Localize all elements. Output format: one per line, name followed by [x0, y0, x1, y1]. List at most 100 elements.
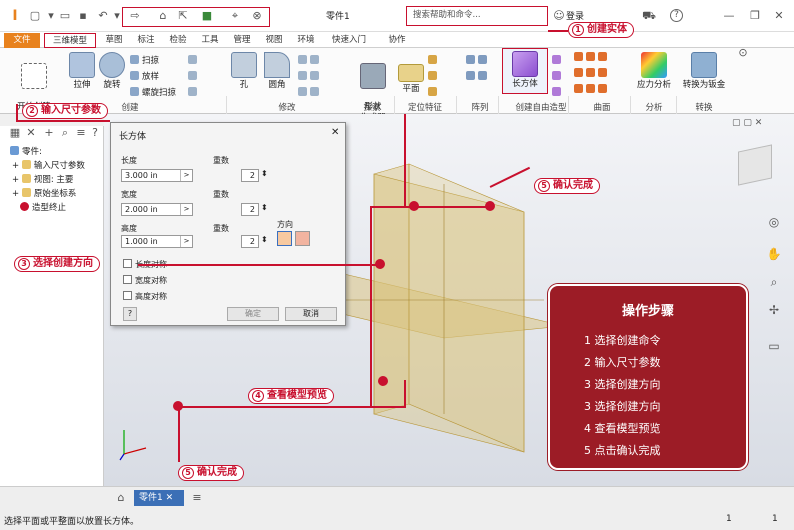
loft-button[interactable]: 放样 [130, 71, 159, 83]
tab-sketch[interactable]: 草图 [100, 33, 128, 48]
cancel-button[interactable]: 取消 [285, 307, 337, 321]
direction-symmetric-icon[interactable] [295, 231, 310, 246]
steeringwheel-icon[interactable]: ◎ [764, 212, 784, 232]
tab-3d-model[interactable]: 三维模型 [44, 33, 96, 48]
new-file-icon[interactable]: ▢ [28, 9, 42, 23]
close-circle-icon[interactable]: ⊗ [250, 9, 264, 23]
tab-menu-icon[interactable]: ≡ [190, 491, 204, 505]
add-icon[interactable]: + [42, 126, 56, 140]
tab-environment[interactable]: 环境 [292, 33, 320, 48]
tree-item-view[interactable]: + 视图: 主要 [12, 174, 73, 186]
count-stepper-3[interactable]: 2 [241, 235, 259, 248]
appearance-icon[interactable]: ■ [200, 9, 214, 23]
count-stepper-1[interactable]: 2 [241, 169, 259, 182]
tab-annotate[interactable]: 标注 [132, 33, 160, 48]
revolve-button[interactable]: 旋转 [98, 52, 126, 91]
restore-icon[interactable]: ❐ [748, 9, 762, 23]
tab-manage[interactable]: 管理 [228, 33, 256, 48]
count-stepper-2[interactable]: 2 [241, 203, 259, 216]
arrow-right-icon[interactable]: > [180, 170, 192, 181]
tree-root[interactable]: 零件: [10, 146, 42, 158]
cart-icon[interactable]: ⛟ [642, 9, 656, 23]
pan-icon[interactable]: ✋ [764, 244, 784, 264]
search-icon[interactable]: ⌕ [58, 126, 72, 140]
emboss-button[interactable] [188, 55, 200, 67]
axis-button[interactable] [428, 55, 440, 67]
height-input[interactable]: 1.000 in > [121, 235, 193, 248]
close-icon[interactable]: ✕ [166, 493, 174, 503]
search-input[interactable]: 搜索帮助和命令... [406, 6, 548, 26]
tree-item-origin[interactable]: + 原始坐标系 [12, 188, 76, 200]
help-icon[interactable]: ? [670, 9, 683, 22]
tab-get-started[interactable]: 快速入门 [324, 33, 374, 48]
stepper-arrows-icon[interactable]: ⬍ [261, 235, 268, 244]
select-icon[interactable]: ⇱ [176, 9, 190, 23]
zoom-icon[interactable]: ⌕ [764, 272, 784, 292]
ok-button[interactable]: 确定 [227, 307, 279, 321]
direction-flip-icon[interactable] [277, 231, 292, 246]
height-symmetric-checkbox[interactable]: 高度对称 [123, 291, 167, 302]
plane-button[interactable]: 平面 [398, 64, 424, 95]
shell-button[interactable] [298, 55, 322, 67]
stepper-arrows-icon[interactable]: ⬍ [261, 169, 268, 178]
surface-tools-row2[interactable] [574, 68, 610, 80]
ucs-button[interactable] [428, 87, 440, 99]
width-input[interactable]: 2.000 in > [121, 203, 193, 216]
user-icon[interactable]: ☺ [552, 9, 566, 23]
arrow-right-icon[interactable]: > [180, 236, 192, 247]
point-button[interactable] [428, 71, 440, 83]
grid-icon[interactable]: ▦ [8, 126, 22, 140]
ribbon-options-icon[interactable]: ⊙ [736, 46, 750, 60]
viewport-window-controls[interactable]: ▢ ▢ ✕ [732, 118, 762, 128]
fillet-button[interactable]: 圆角 [262, 52, 292, 91]
thicken-button[interactable] [298, 87, 322, 99]
tree-item-end[interactable]: 造型终止 [20, 202, 66, 214]
login-link[interactable]: 登录 [566, 9, 584, 22]
arrow-right-icon[interactable]: > [180, 204, 192, 215]
help-icon[interactable]: ? [88, 126, 102, 140]
derive-button[interactable] [188, 87, 200, 99]
close-icon[interactable]: ✕ [24, 126, 38, 140]
dialog-help-button[interactable]: ? [123, 307, 137, 321]
tab-file[interactable]: 文件 [4, 33, 40, 48]
tab-collaborate[interactable]: 协作 [382, 33, 412, 48]
convert-sheet-metal-button[interactable]: 转换为钣金 [678, 52, 730, 91]
home-icon[interactable]: ⌂ [114, 491, 128, 505]
freeform-cylinder-button[interactable] [552, 71, 564, 83]
tab-inspect[interactable]: 检验 [164, 33, 192, 48]
mirror-button[interactable] [466, 71, 490, 83]
hole-button[interactable]: 孔 [230, 52, 258, 91]
viewcube[interactable] [738, 144, 772, 186]
rib-button[interactable] [188, 71, 200, 83]
undo-icon[interactable]: ↶ [96, 9, 110, 23]
chevron-down-icon[interactable]: ▾ [44, 9, 58, 23]
length-input[interactable]: 3.000 in > [121, 169, 193, 182]
tab-tools[interactable]: 工具 [196, 33, 224, 48]
freeform-torus-button[interactable] [552, 87, 564, 99]
surface-tools-row1[interactable] [574, 52, 610, 64]
menu-icon[interactable]: ≡ [74, 126, 88, 140]
surface-tools-row3[interactable] [574, 84, 610, 96]
tab-view[interactable]: 视图 [260, 33, 288, 48]
orbit-icon[interactable]: ✢ [764, 300, 784, 320]
tree-item-params[interactable]: + 输入尺寸参数 [12, 160, 85, 172]
dialog-close-icon[interactable]: ✕ [331, 127, 339, 138]
document-tab[interactable]: 零件1 ✕ [134, 490, 184, 506]
box-button[interactable]: 长方体 [502, 48, 548, 94]
stepper-arrows-icon[interactable]: ⬍ [261, 203, 268, 212]
extrude-button[interactable]: 拉伸 [68, 52, 96, 91]
split-button[interactable] [298, 71, 322, 83]
width-symmetric-checkbox[interactable]: 宽度对称 [123, 275, 167, 286]
look-at-icon[interactable]: ▭ [764, 336, 784, 356]
sweep-button[interactable]: 扫掠 [130, 55, 159, 67]
stress-analysis-button[interactable]: 应力分析 [634, 52, 674, 91]
coil-button[interactable]: 螺旋扫掠 [130, 87, 176, 99]
freeform-sphere-button[interactable] [552, 55, 564, 67]
close-icon[interactable]: ✕ [772, 9, 786, 23]
redo-icon[interactable]: ⇨ [128, 9, 142, 23]
rect-pattern-button[interactable] [466, 55, 490, 67]
minimize-icon[interactable]: — [722, 9, 736, 23]
home-icon[interactable]: ⌂ [156, 9, 170, 23]
measure-icon[interactable]: ⌖ [228, 9, 242, 23]
save-icon[interactable]: ▪ [76, 9, 90, 23]
